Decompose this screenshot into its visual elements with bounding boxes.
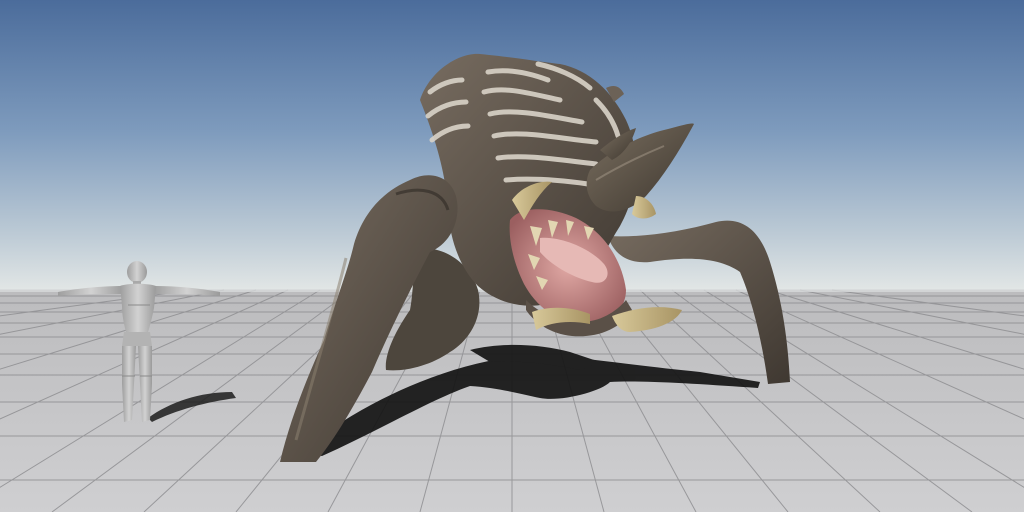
game-viewport[interactable]: [0, 0, 1024, 512]
grid-floor: [0, 289, 1024, 512]
scene-canvas: [0, 0, 1024, 512]
